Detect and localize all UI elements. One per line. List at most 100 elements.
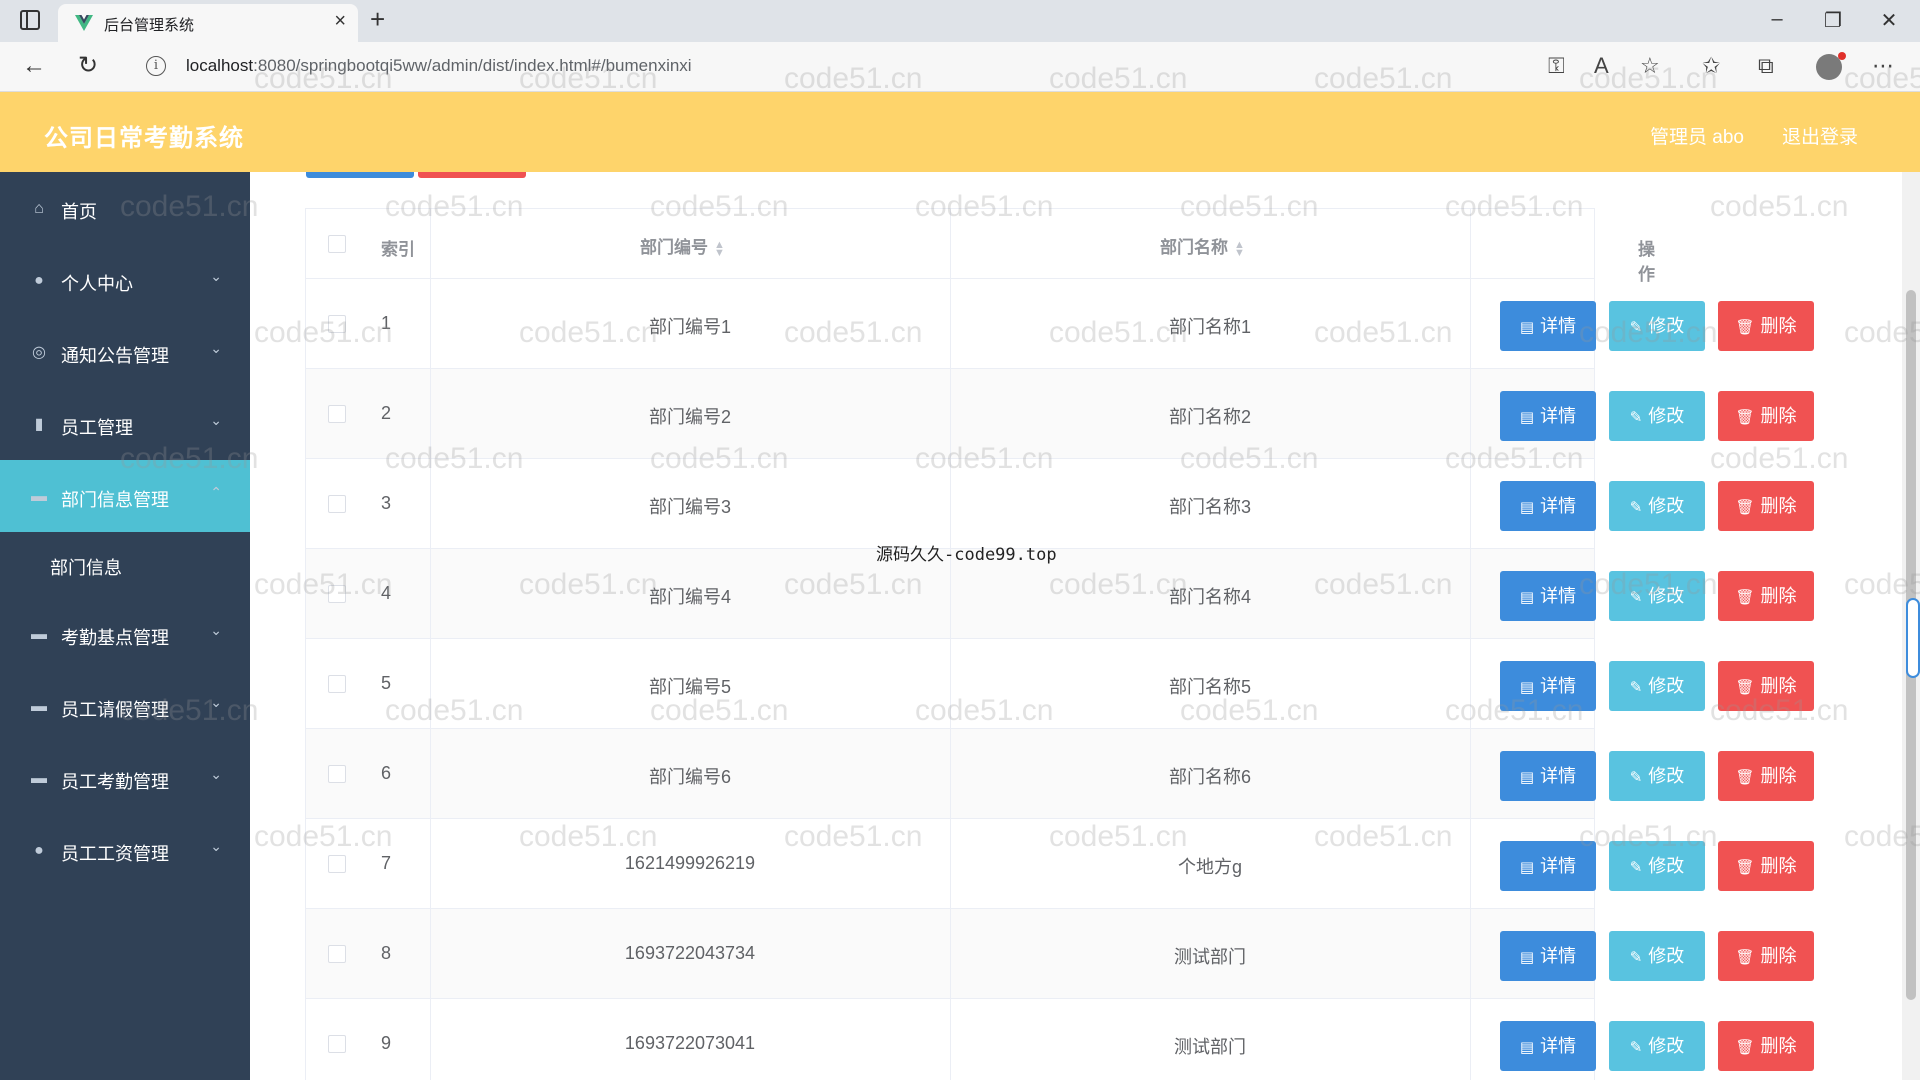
chevron-down-icon: ⌄ — [210, 340, 222, 356]
sidebar-item-label: 个人中心 — [61, 274, 133, 294]
batch-delete-button[interactable] — [418, 172, 526, 178]
reload-icon[interactable]: ↻ — [78, 54, 98, 78]
select-all-checkbox[interactable] — [328, 235, 346, 253]
site-info-icon[interactable]: i — [146, 56, 166, 76]
document-icon: ▤ — [1519, 409, 1535, 426]
back-icon[interactable]: ← — [22, 54, 46, 78]
collections-icon[interactable]: ⧉ — [1758, 54, 1774, 78]
chevron-down-icon: ⌄ — [210, 622, 222, 638]
chart-icon: ▮ — [34, 416, 44, 433]
sort-icon[interactable]: ▲ ▼ — [714, 239, 725, 258]
detail-button[interactable]: ▤ 详情 — [1500, 571, 1596, 621]
detail-button[interactable]: ▤ 详情 — [1500, 661, 1596, 711]
cell-name: 部门名称5 — [1168, 677, 1251, 697]
delete-button[interactable]: 🗑 删除 — [1718, 1021, 1814, 1071]
user-icon: ● — [34, 842, 44, 859]
sidebar-item-departments[interactable]: ▬ 部门信息管理 ⌃ — [0, 460, 250, 532]
sidebar-item-attendance-base[interactable]: ▬ 考勤基点管理 ⌄ — [0, 598, 250, 670]
sidebar-item-label: 通知公告管理 — [61, 346, 169, 366]
favorite-add-icon[interactable]: ☆ — [1640, 54, 1660, 78]
sort-icon[interactable]: ▲ ▼ — [1234, 239, 1245, 258]
trash-icon: 🗑 — [1735, 1039, 1755, 1056]
cell-code: 部门编号6 — [648, 767, 731, 787]
user-icon: ● — [34, 272, 44, 289]
edit-button[interactable]: ✎ 修改 — [1609, 751, 1705, 801]
column-divider — [1470, 999, 1471, 1080]
edit-button[interactable]: ✎ 修改 — [1609, 571, 1705, 621]
detail-button[interactable]: ▤ 详情 — [1500, 751, 1596, 801]
edit-button[interactable]: ✎ 修改 — [1609, 841, 1705, 891]
profile-avatar[interactable] — [1816, 52, 1846, 80]
document-icon: ▤ — [1519, 679, 1535, 696]
minimize-icon[interactable]: – — [1762, 8, 1792, 31]
pencil-icon: ✎ — [1629, 319, 1643, 336]
edit-button[interactable]: ✎ 修改 — [1609, 931, 1705, 981]
column-divider — [950, 209, 951, 278]
chevron-up-icon: ⌃ — [210, 484, 222, 500]
edit-button[interactable]: ✎ 修改 — [1609, 391, 1705, 441]
more-menu-icon[interactable]: ⋯ — [1872, 54, 1894, 78]
new-tab-icon[interactable]: + — [370, 6, 385, 32]
sidebar-toggle-icon[interactable] — [20, 10, 40, 30]
url-field[interactable]: localhost:8080/springbootqi5ww/admin/dis… — [186, 56, 692, 76]
delete-button[interactable]: 🗑 删除 — [1718, 751, 1814, 801]
maximize-icon[interactable]: ❐ — [1818, 8, 1848, 33]
delete-button[interactable]: 🗑 删除 — [1718, 661, 1814, 711]
detail-button[interactable]: ▤ 详情 — [1500, 391, 1596, 441]
sidebar-item-salary[interactable]: ● 员工工资管理 ⌄ — [0, 814, 250, 886]
document-icon: ▤ — [1519, 859, 1535, 876]
delete-button[interactable]: 🗑 删除 — [1718, 931, 1814, 981]
header-actions: 操作 — [1638, 240, 1655, 284]
edit-button[interactable]: ✎ 修改 — [1609, 481, 1705, 531]
pencil-icon: ✎ — [1629, 589, 1643, 606]
floating-scroll-handle[interactable] — [1906, 598, 1920, 678]
delete-button[interactable]: 🗑 删除 — [1718, 481, 1814, 531]
table-row: 5 部门编号5 部门名称5 ▤ 详情 ✎ 修改 🗑 删除 — [306, 639, 1814, 729]
logout-link[interactable]: 退出登录 — [1782, 122, 1858, 149]
trash-icon: 🗑 — [1735, 949, 1755, 966]
detail-button[interactable]: ▤ 详情 — [1500, 1021, 1596, 1071]
submenu-item-department-info[interactable]: 部门信息 — [0, 532, 250, 598]
key-icon[interactable]: ⚿ — [1548, 54, 1565, 78]
vue-logo-icon — [75, 15, 93, 31]
delete-button[interactable]: 🗑 删除 — [1718, 841, 1814, 891]
read-aloud-icon[interactable]: A — [1594, 54, 1609, 78]
delete-button[interactable]: 🗑 删除 — [1718, 391, 1814, 441]
add-button[interactable] — [306, 172, 414, 178]
sidebar-item-label: 员工管理 — [61, 418, 133, 438]
sidebar-item-personal-center[interactable]: ● 个人中心 ⌄ — [0, 244, 250, 316]
sidebar-item-employees[interactable]: ▮ 员工管理 ⌄ — [0, 388, 250, 460]
detail-button[interactable]: ▤ 详情 — [1500, 301, 1596, 351]
sidebar-item-notice[interactable]: ◎ 通知公告管理 ⌄ — [0, 316, 250, 388]
delete-button[interactable]: 🗑 删除 — [1718, 301, 1814, 351]
detail-button[interactable]: ▤ 详情 — [1500, 481, 1596, 531]
favorites-icon[interactable]: ✩ — [1702, 54, 1720, 78]
pencil-icon: ✎ — [1629, 769, 1643, 786]
edit-button[interactable]: ✎ 修改 — [1609, 1021, 1705, 1071]
column-divider — [1470, 369, 1471, 458]
table-header: 索引 部门编号 ▲ ▼ 部门名称 ▲ ▼ 操作 — [306, 209, 1655, 284]
chevron-down-icon: ⌄ — [210, 766, 222, 782]
table-row: 7 1621499926219 个地方g ▤ 详情 ✎ 修改 🗑 删除 — [306, 819, 1814, 909]
tab-close-icon[interactable]: × — [334, 11, 346, 31]
sidebar-item-leave[interactable]: ▬ 员工请假管理 ⌄ — [0, 670, 250, 742]
cell-name: 部门名称3 — [1168, 497, 1251, 517]
detail-button[interactable]: ▤ 详情 — [1500, 931, 1596, 981]
delete-button[interactable]: 🗑 删除 — [1718, 571, 1814, 621]
edit-button[interactable]: ✎ 修改 — [1609, 661, 1705, 711]
document-icon: ▤ — [1519, 589, 1535, 606]
edit-button[interactable]: ✎ 修改 — [1609, 301, 1705, 351]
cell-name: 部门名称2 — [1168, 407, 1251, 427]
close-window-icon[interactable]: ✕ — [1874, 8, 1904, 33]
cell-name: 部门名称4 — [1168, 587, 1251, 607]
document-icon: ▤ — [1519, 1039, 1535, 1056]
browser-tab[interactable]: 后台管理系统 × — [58, 4, 358, 42]
column-divider — [1470, 819, 1471, 908]
detail-button[interactable]: ▤ 详情 — [1500, 841, 1596, 891]
column-divider — [1470, 639, 1471, 728]
sidebar-item-home[interactable]: ⌂ 首页 — [0, 172, 250, 244]
sidebar-item-attendance[interactable]: ▬ 员工考勤管理 ⌄ — [0, 742, 250, 814]
column-divider — [1470, 459, 1471, 548]
chat-icon: ▬ — [31, 626, 47, 643]
pencil-icon: ✎ — [1629, 859, 1643, 876]
